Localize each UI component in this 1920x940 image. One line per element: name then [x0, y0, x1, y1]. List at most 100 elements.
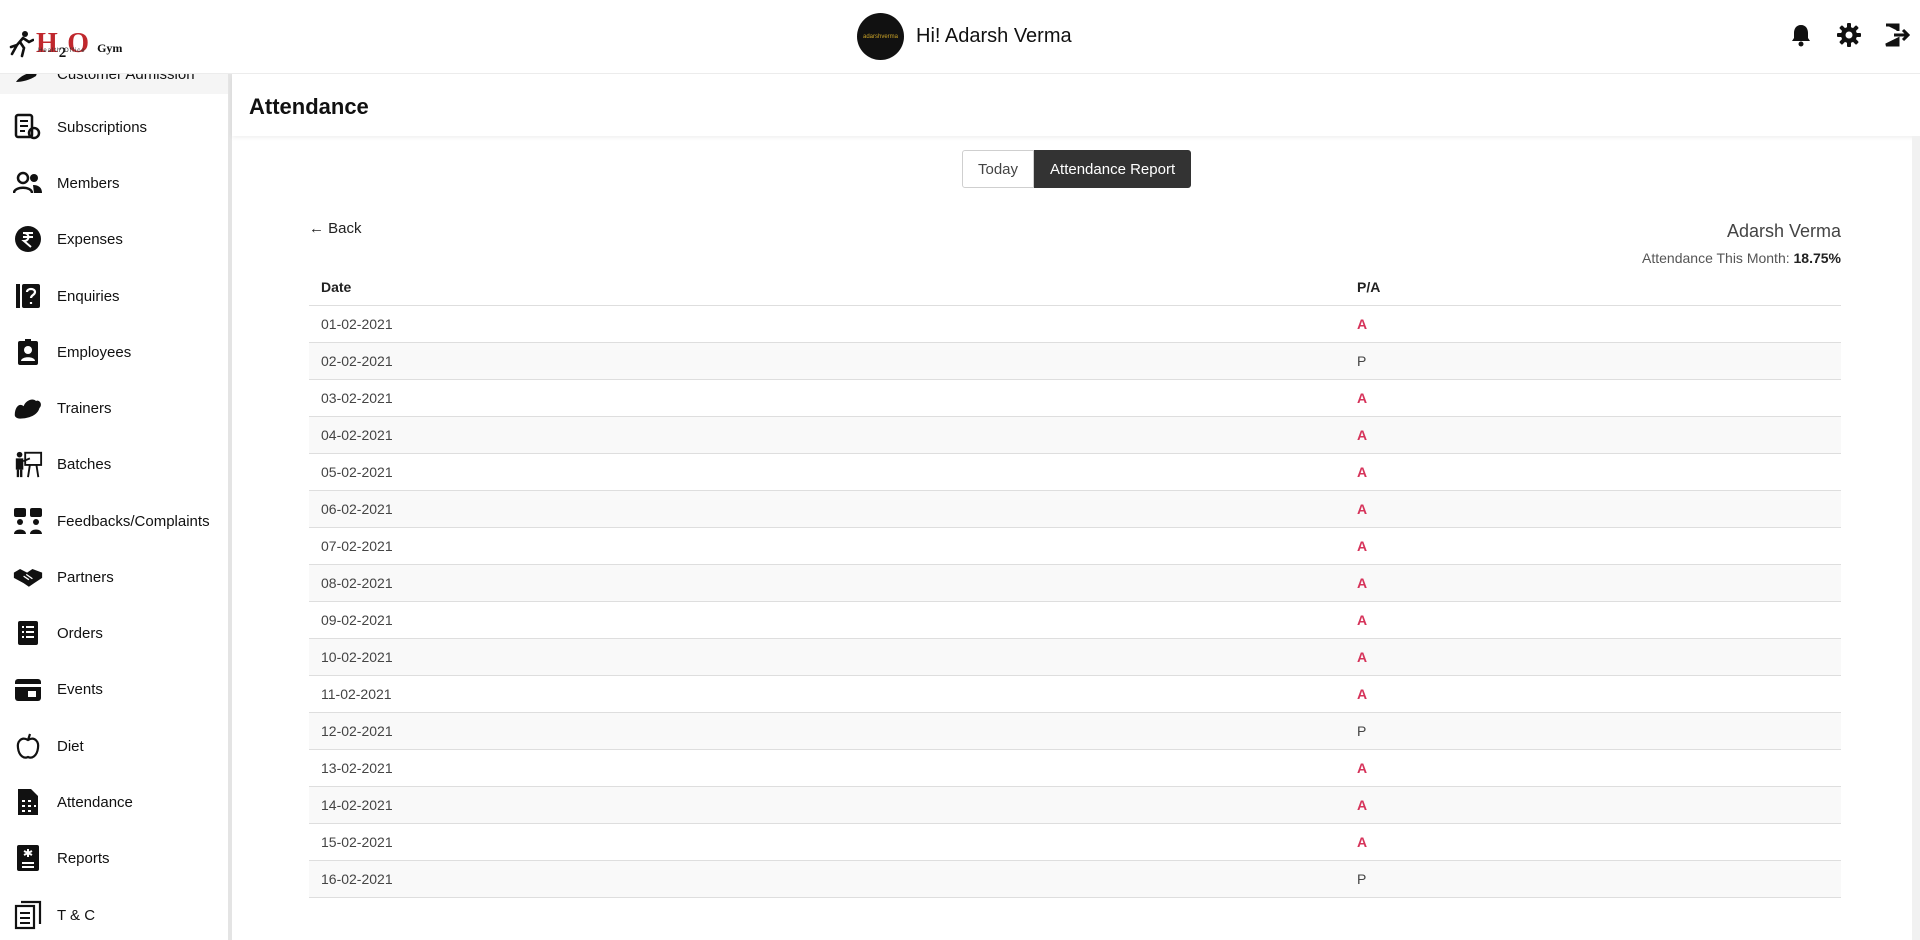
cell-status: A	[1345, 453, 1841, 491]
table-row: 10-02-2021 A	[309, 638, 1841, 676]
member-name: Adarsh Verma	[1726, 221, 1841, 241]
cell-date: 11-02-2021	[309, 675, 1345, 713]
column-header-pa: P/A	[1345, 270, 1841, 306]
gear-icon[interactable]	[1836, 22, 1862, 48]
attendance-table: Date P/A 01-02-2021 A 02-02-2021 P 03-02-202…	[309, 270, 1841, 898]
question-icon	[13, 281, 43, 311]
greeting-text: Hi! Adarsh Verma	[916, 25, 1072, 47]
table-row: 04-02-2021 A	[309, 416, 1841, 454]
cell-status: A	[1345, 379, 1841, 417]
cell-date: 14-02-2021	[309, 786, 1345, 824]
cell-date: 13-02-2021	[309, 749, 1345, 787]
table-row: 01-02-2021 A	[309, 305, 1841, 343]
sidebar-item-events[interactable]: Events	[0, 669, 228, 709]
table-row: 11-02-2021 A	[309, 675, 1841, 713]
batches-icon	[13, 449, 43, 479]
sidebar-item-customer-admission[interactable]: Customer Admission	[0, 74, 228, 94]
user-greeting: adarshverma Hi! Adarsh Verma	[857, 13, 1072, 60]
attendance-icon	[13, 787, 43, 817]
cell-date: 06-02-2021	[309, 490, 1345, 528]
page-title-bar: Attendance	[232, 74, 1920, 136]
sidebar-item-label: Employees	[57, 343, 132, 361]
cell-date: 15-02-2021	[309, 823, 1345, 861]
cell-date: 05-02-2021	[309, 453, 1345, 491]
cell-status: A	[1345, 305, 1841, 343]
sidebar-item-tc[interactable]: T & C	[0, 895, 228, 935]
sidebar-item-label: Enquiries	[57, 287, 120, 305]
apple-icon	[13, 731, 43, 761]
cell-status: A	[1345, 638, 1841, 676]
documents-icon	[13, 900, 43, 930]
page-title: Attendance	[249, 94, 369, 119]
sidebar-item-orders[interactable]: Orders	[0, 613, 228, 653]
cell-status: A	[1345, 416, 1841, 454]
cell-status: A	[1345, 490, 1841, 528]
member-summary: Adarsh Verma Attendance This Month: 18.7…	[1642, 221, 1841, 266]
feedback-icon	[13, 506, 43, 536]
sidebar-item-label: Attendance	[57, 793, 133, 811]
table-row: 03-02-2021 A	[309, 379, 1841, 417]
sidebar-item-label: Trainers	[57, 399, 112, 417]
avatar-text: adarshverma	[862, 33, 898, 40]
cell-date: 08-02-2021	[309, 564, 1345, 602]
sidebar-item-employees[interactable]: Employees	[0, 332, 228, 372]
sidebar-item-attendance[interactable]: Attendance	[0, 782, 228, 822]
main-scrollbar[interactable]	[1912, 136, 1920, 940]
table-row: 12-02-2021 P	[309, 712, 1841, 750]
sidebar: Customer Admission Subscriptions Members…	[0, 74, 232, 940]
cell-status: P	[1345, 712, 1841, 750]
id-badge-icon	[13, 337, 43, 367]
sidebar-item-members[interactable]: Members	[0, 163, 228, 203]
cell-date: 10-02-2021	[309, 638, 1345, 676]
sidebar-item-trainers[interactable]: Trainers	[0, 388, 228, 428]
gym-logo[interactable]: H 2 O Gym Health Office	[8, 18, 123, 61]
header-actions	[1788, 22, 1910, 48]
table-row: 16-02-2021 P	[309, 860, 1841, 898]
logout-icon[interactable]	[1884, 22, 1910, 48]
attendance-label: Attendance This Month:	[1642, 250, 1790, 266]
sidebar-item-diet[interactable]: Diet	[0, 726, 228, 766]
cell-status: A	[1345, 786, 1841, 824]
attendance-table-body: 01-02-2021 A 02-02-2021 P 03-02-2021 A 04-02-2…	[309, 305, 1841, 898]
back-link[interactable]: ← Back	[309, 220, 362, 237]
sidebar-item-label: Members	[57, 174, 120, 192]
table-row: 05-02-2021 A	[309, 453, 1841, 491]
column-header-date: Date	[309, 270, 1345, 306]
table-row: 02-02-2021 P	[309, 342, 1841, 380]
sidebar-item-label: Batches	[57, 455, 112, 473]
sidebar-item-label: Reports	[57, 849, 110, 867]
avatar[interactable]: adarshverma	[857, 13, 904, 60]
cell-status: A	[1345, 564, 1841, 602]
cell-status: P	[1345, 860, 1841, 898]
sidebar-item-label: Feedbacks/Complaints	[57, 512, 210, 530]
cell-date: 16-02-2021	[309, 860, 1345, 898]
cell-date: 04-02-2021	[309, 416, 1345, 454]
tab-attendance-report[interactable]: Attendance Report	[1034, 150, 1192, 188]
tab-today[interactable]: Today	[962, 150, 1035, 188]
cell-date: 03-02-2021	[309, 379, 1345, 417]
sidebar-item-label: Orders	[57, 624, 103, 642]
bell-icon[interactable]	[1788, 22, 1814, 48]
cell-status: P	[1345, 342, 1841, 380]
cell-status: A	[1345, 749, 1841, 787]
sidebar-item-enquiries[interactable]: Enquiries	[0, 276, 228, 316]
rupee-icon	[13, 224, 43, 254]
table-row: 06-02-2021 A	[309, 490, 1841, 528]
sidebar-item-feedbacks[interactable]: Feedbacks/Complaints	[0, 501, 228, 541]
sidebar-item-partners[interactable]: Partners	[0, 557, 228, 597]
table-row: 13-02-2021 A	[309, 749, 1841, 787]
attendance-value: 18.75%	[1793, 250, 1841, 266]
sidebar-item-label: Customer Admission	[57, 74, 195, 83]
table-row: 07-02-2021 A	[309, 527, 1841, 565]
muscle-icon	[13, 393, 43, 423]
sidebar-item-subscriptions[interactable]: Subscriptions	[0, 107, 228, 147]
logo-gym: Gym	[97, 41, 123, 55]
table-row: 09-02-2021 A	[309, 601, 1841, 639]
sidebar-item-batches[interactable]: Batches	[0, 444, 228, 484]
sidebar-item-expenses[interactable]: Expenses	[0, 219, 228, 259]
reports-icon	[13, 843, 43, 873]
cell-date: 09-02-2021	[309, 601, 1345, 639]
attendance-this-month: Attendance This Month: 18.75%	[1642, 250, 1841, 266]
cell-date: 01-02-2021	[309, 305, 1345, 343]
sidebar-item-reports[interactable]: Reports	[0, 838, 228, 878]
